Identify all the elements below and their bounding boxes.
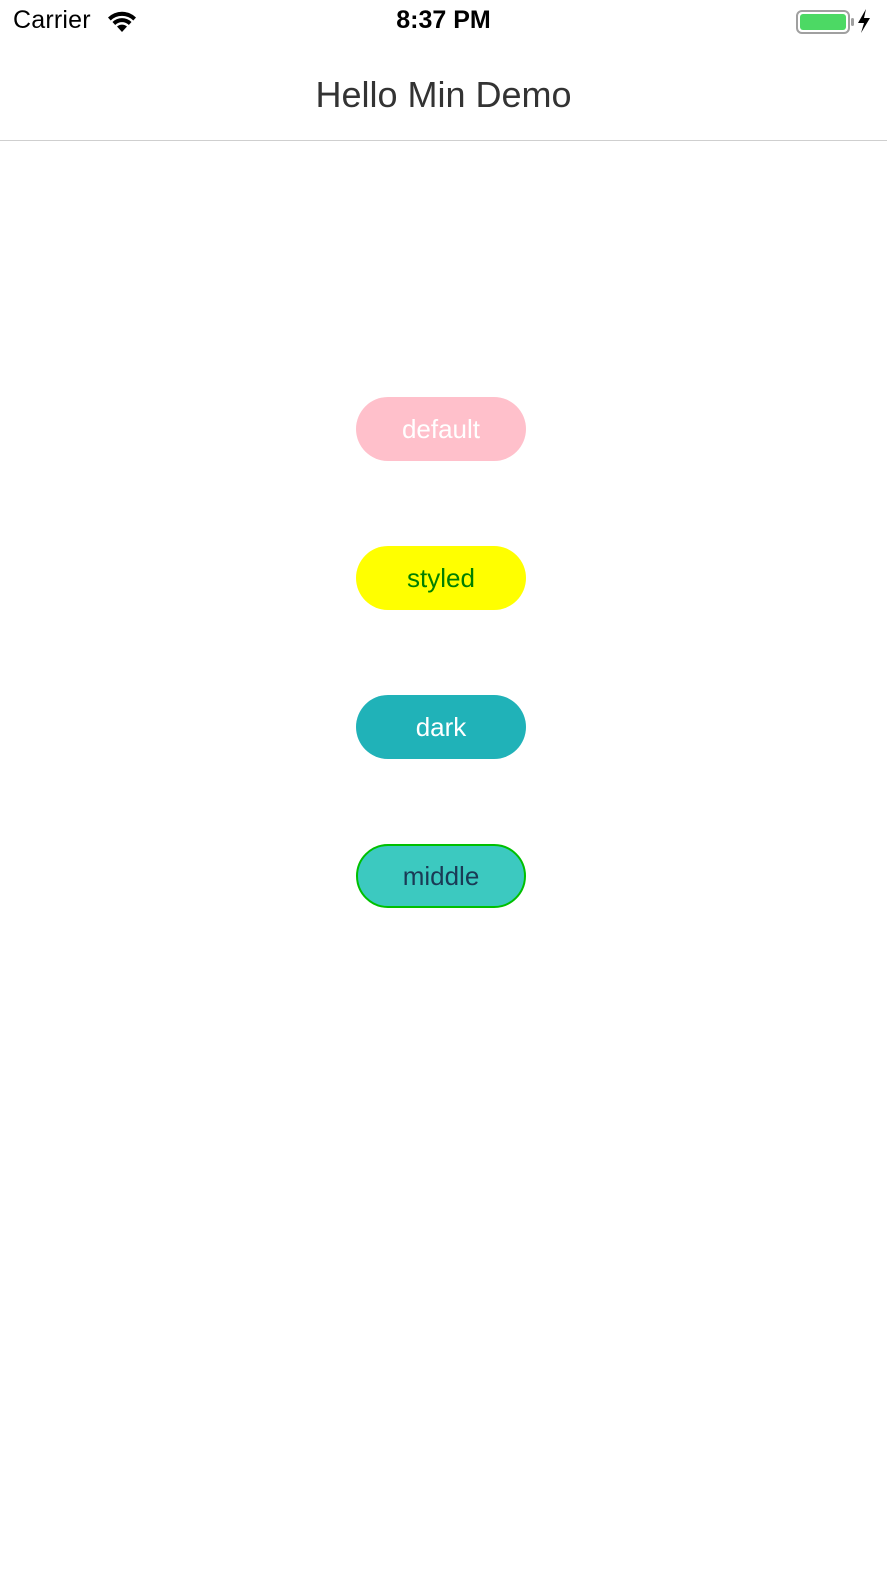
page-title: Hello Min Demo — [315, 74, 572, 115]
status-bar: Carrier 8:37 PM — [0, 0, 887, 44]
default-button-label: default — [401, 413, 481, 444]
status-time: 8:37 PM — [396, 6, 491, 34]
middle-button[interactable]: middle — [356, 844, 526, 908]
main-content: default styled dark middle — [0, 141, 887, 1577]
default-button[interactable]: default — [356, 397, 526, 461]
styled-button[interactable]: styled — [356, 546, 526, 610]
battery-icon — [796, 10, 854, 34]
dark-button[interactable]: dark — [356, 695, 526, 759]
navigation-bar: Hello Min Demo — [0, 44, 887, 141]
charging-bolt-icon — [858, 9, 870, 33]
styled-button-label: styled — [407, 562, 475, 593]
dark-button-label: dark — [415, 711, 467, 742]
middle-button-label: middle — [402, 860, 480, 891]
